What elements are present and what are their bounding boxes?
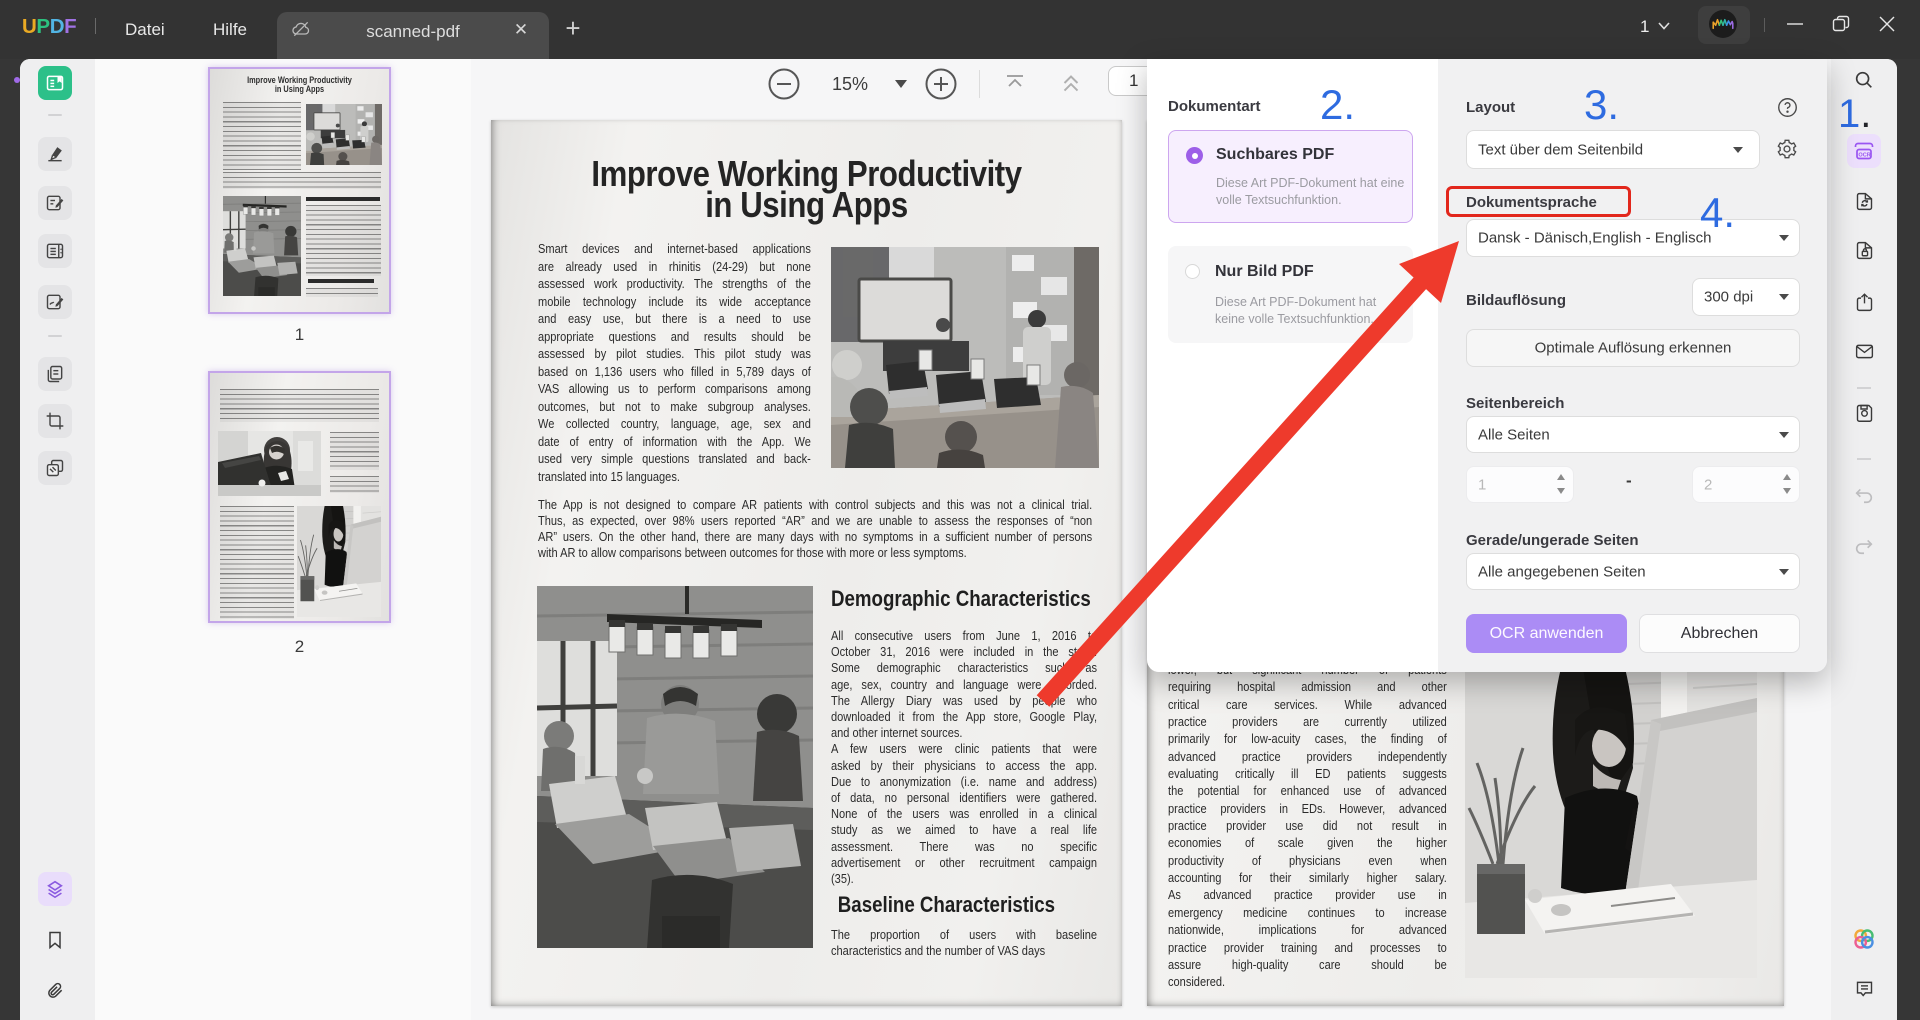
svg-text:OCR: OCR — [1858, 152, 1870, 158]
